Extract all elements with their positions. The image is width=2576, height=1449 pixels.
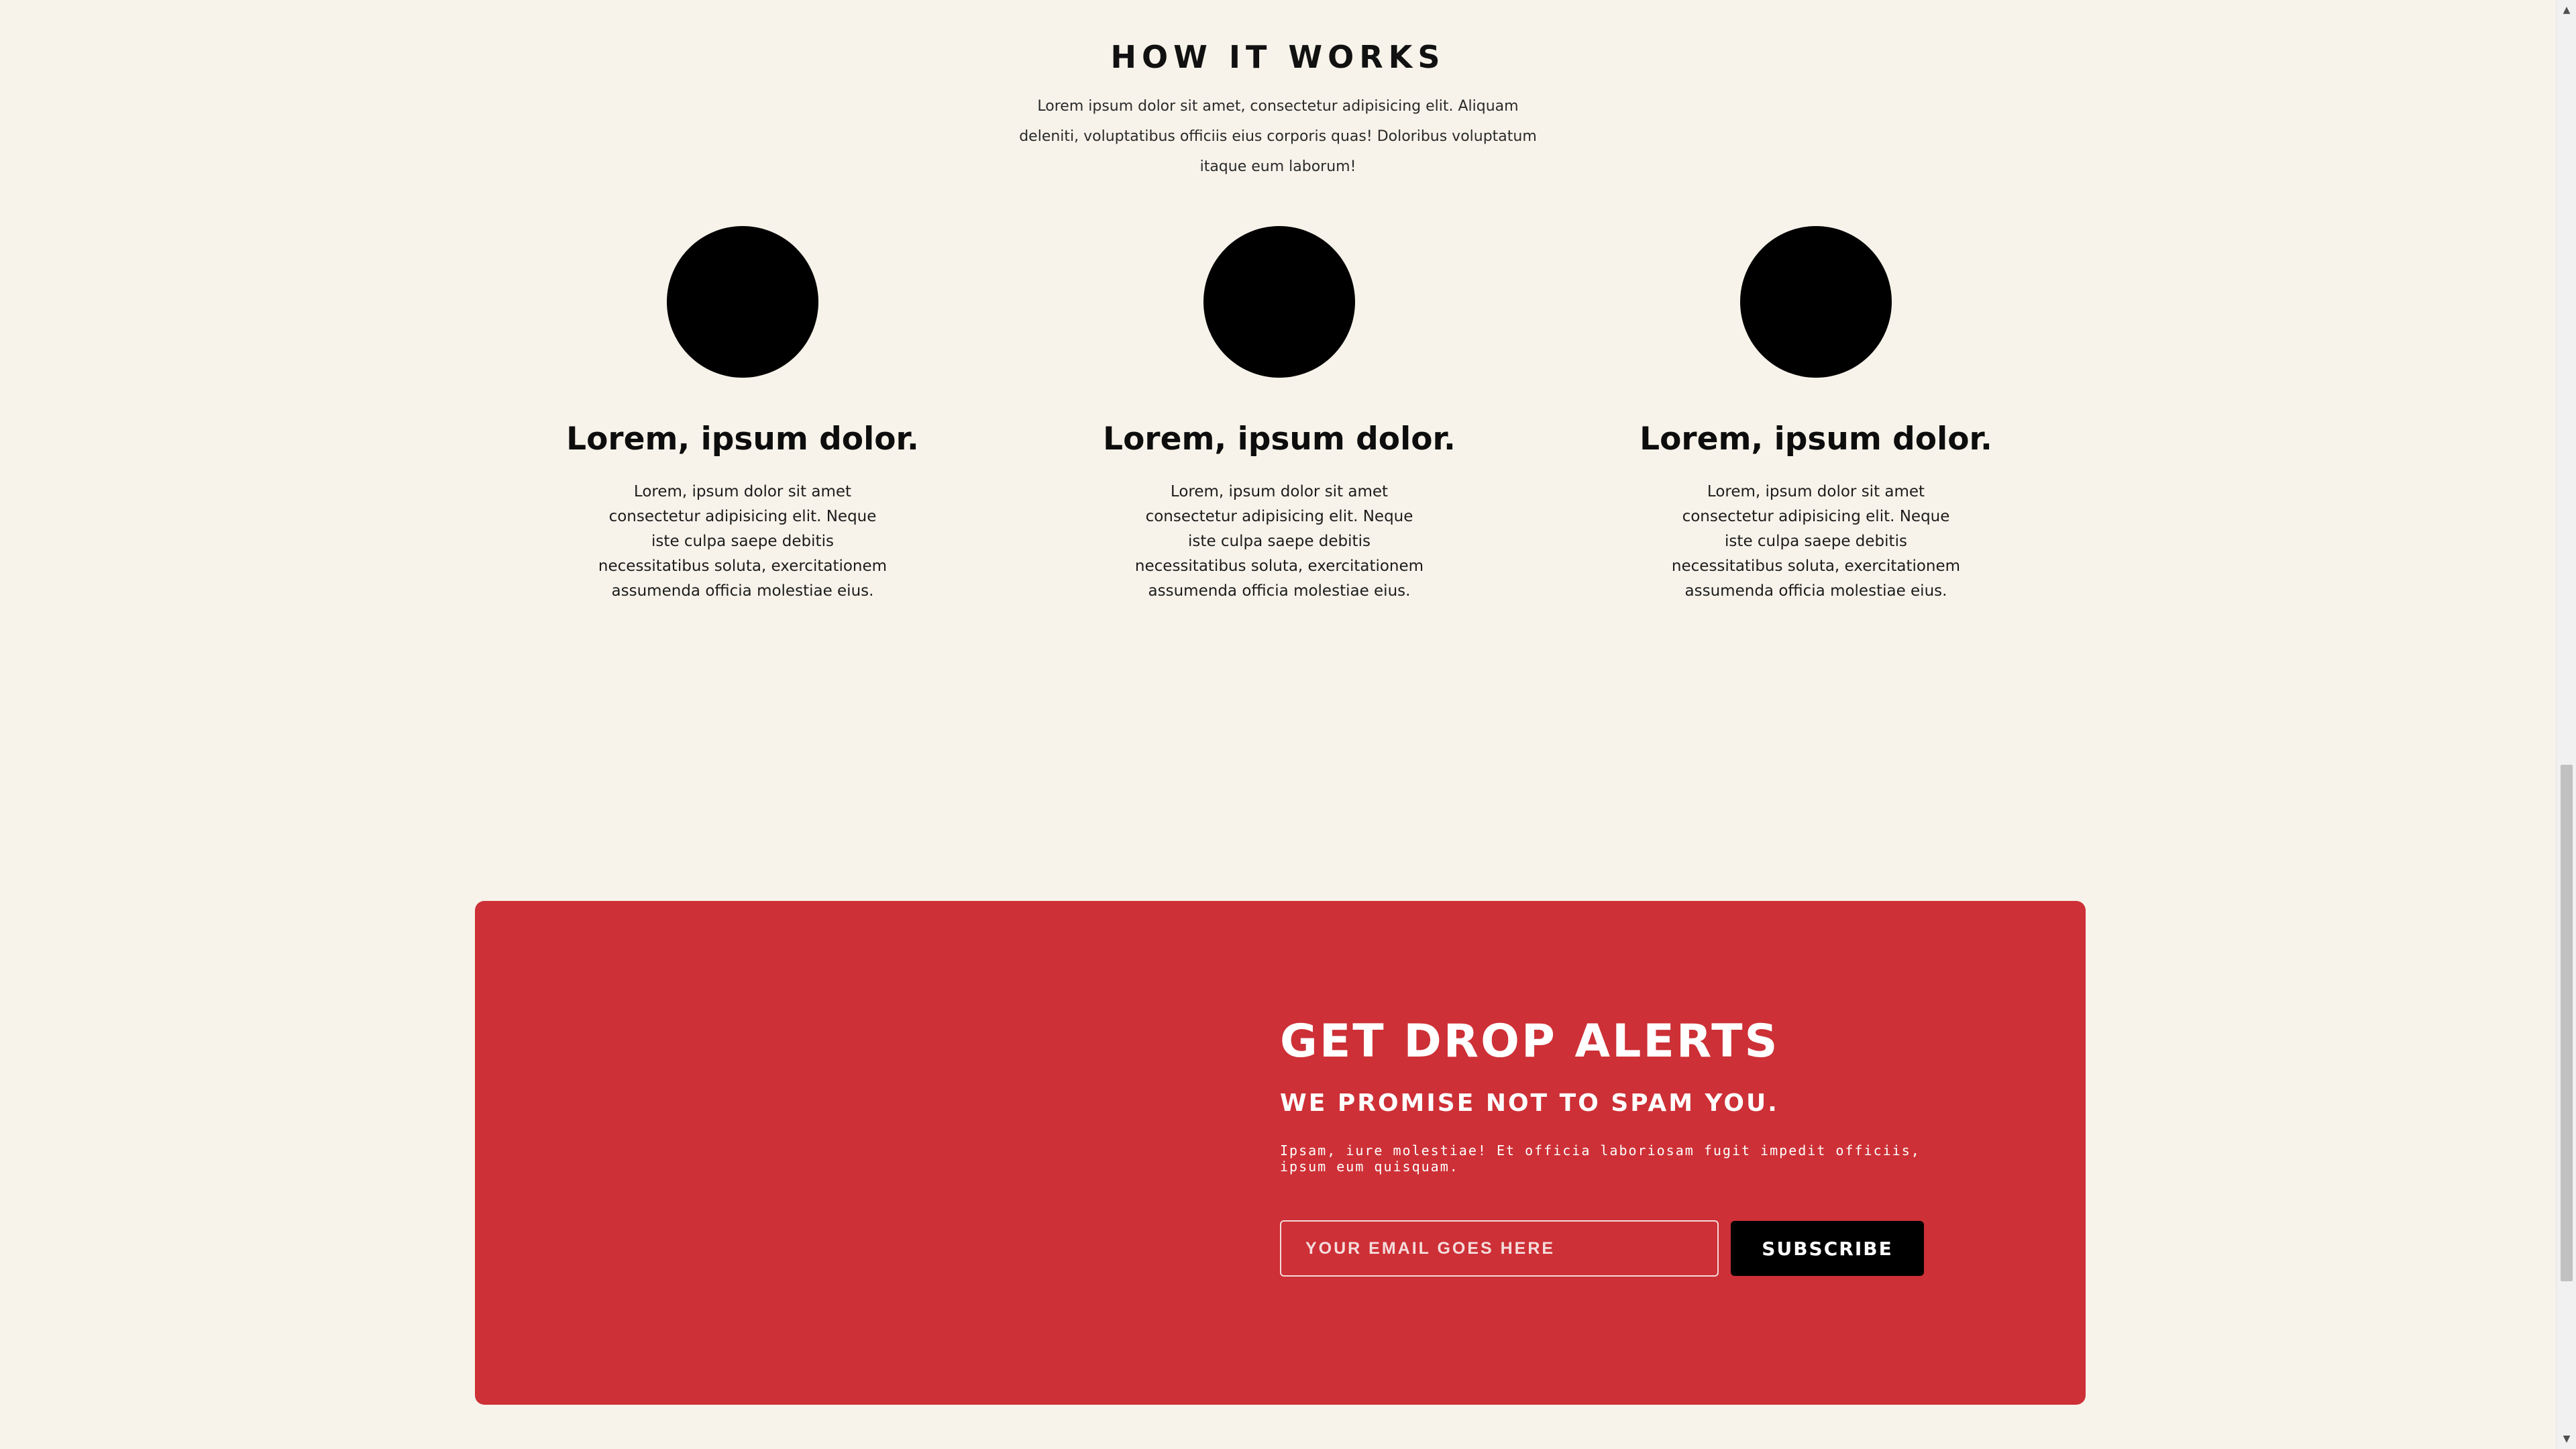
subscribe-form: SUBSCRIBE bbox=[1280, 1220, 1951, 1277]
step-1-heading: Lorem, ipsum dolor. bbox=[566, 421, 919, 458]
step-2-heading: Lorem, ipsum dolor. bbox=[1103, 421, 1456, 458]
step-2-text: Lorem, ipsum dolor sit amet consectetur … bbox=[1134, 483, 1424, 600]
step-card-3: Lorem, ipsum dolor. Lorem, ipsum dolor s… bbox=[1628, 226, 2004, 604]
step-card-2: Lorem, ipsum dolor. Lorem, ipsum dolor s… bbox=[1091, 226, 1467, 604]
email-input[interactable] bbox=[1280, 1220, 1719, 1277]
step-card-1: Lorem, ipsum dolor. Lorem, ipsum dolor s… bbox=[555, 226, 930, 604]
step-3-heading: Lorem, ipsum dolor. bbox=[1640, 421, 1992, 458]
how-it-works-intro: Lorem ipsum dolor sit amet, consectetur … bbox=[1019, 98, 1537, 175]
step-1-circle-icon bbox=[667, 226, 818, 378]
subscribe-button[interactable]: SUBSCRIBE bbox=[1731, 1221, 1924, 1276]
vertical-scrollbar[interactable]: ▲ ▼ bbox=[2556, 0, 2576, 1449]
drop-alerts-title: GET DROP ALERTS bbox=[1280, 1015, 1780, 1068]
how-it-works-section: HOW IT WORKS Lorem ipsum dolor sit amet,… bbox=[0, 0, 2556, 872]
step-2-circle-icon bbox=[1203, 226, 1355, 378]
step-3-circle-icon bbox=[1740, 226, 1892, 378]
triangle-down-icon[interactable]: ▼ bbox=[2557, 1429, 2576, 1449]
drop-alerts-subtitle: WE PROMISE NOT TO SPAM YOU. bbox=[1280, 1089, 1779, 1117]
step-1-text: Lorem, ipsum dolor sit amet consectetur … bbox=[598, 483, 888, 600]
scrollbar-thumb[interactable] bbox=[2561, 765, 2573, 1281]
drop-alerts-content: GET DROP ALERTS WE PROMISE NOT TO SPAM Y… bbox=[1280, 1015, 1951, 1277]
how-it-works-title: HOW IT WORKS bbox=[1110, 39, 1446, 75]
drop-alerts-text: Ipsam, iure molestiae! Et officia labori… bbox=[1280, 1142, 1921, 1175]
step-3-text: Lorem, ipsum dolor sit amet consectetur … bbox=[1671, 483, 1961, 600]
triangle-up-icon[interactable]: ▲ bbox=[2557, 0, 2576, 20]
drop-alerts-banner: GET DROP ALERTS WE PROMISE NOT TO SPAM Y… bbox=[475, 901, 2086, 1405]
